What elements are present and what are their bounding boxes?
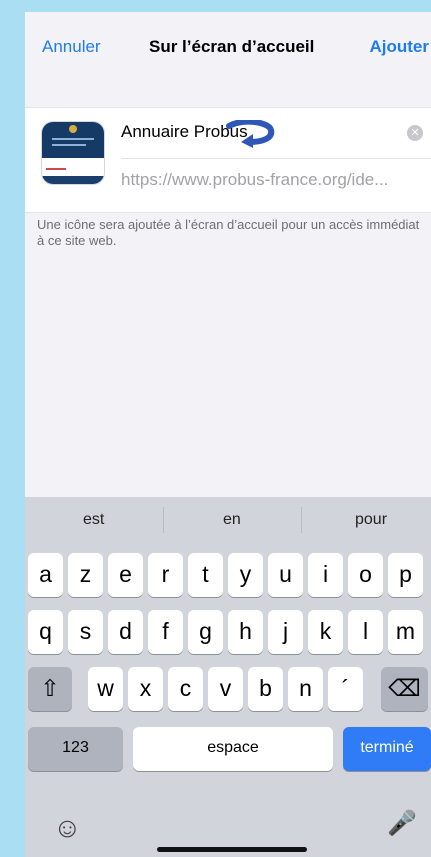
thumbnail-line (52, 138, 94, 140)
key-l[interactable]: l (348, 610, 383, 654)
key-d[interactable]: d (108, 610, 143, 654)
key-w[interactable]: w (88, 667, 123, 711)
key-m[interactable]: m (388, 610, 423, 654)
key-t[interactable]: t (188, 553, 223, 597)
key-f[interactable]: f (148, 610, 183, 654)
clear-icon[interactable]: ✕ (407, 125, 423, 141)
suggestion-divider (301, 507, 302, 533)
suggestion-divider (163, 507, 164, 533)
cancel-button[interactable]: Annuler (42, 37, 101, 57)
microphone-icon[interactable]: 🎤 (387, 809, 417, 838)
space-key[interactable]: espace (133, 727, 333, 771)
numbers-key[interactable]: 123 (28, 727, 123, 771)
help-text: Une icône sera ajoutée à l’écran d’accue… (37, 217, 420, 248)
key-e[interactable]: e (108, 553, 143, 597)
field-divider (121, 158, 431, 159)
done-key[interactable]: terminé (343, 727, 431, 771)
phone-screen: Annuler Sur l’écran d’accueil Ajouter An… (25, 12, 431, 857)
key-j[interactable]: j (268, 610, 303, 654)
thumbnail-line (52, 144, 86, 146)
key-y[interactable]: y (228, 553, 263, 597)
shift-icon[interactable]: ⇧ (28, 667, 72, 711)
suggestion-pour[interactable]: pour (355, 511, 387, 529)
thumbnail-logo-dot (69, 125, 77, 133)
key-v[interactable]: v (208, 667, 243, 711)
suggestion-bar: est en pour (25, 497, 431, 543)
key-i[interactable]: i (308, 553, 343, 597)
backspace-icon[interactable]: ⌫ (381, 667, 428, 711)
key-u[interactable]: u (268, 553, 303, 597)
key-s[interactable]: s (68, 610, 103, 654)
key-k[interactable]: k (308, 610, 343, 654)
key-q[interactable]: q (28, 610, 63, 654)
bookmark-url: https://www.probus-france.org/ide... (121, 170, 389, 189)
key-a[interactable]: a (28, 553, 63, 597)
home-indicator (157, 847, 307, 852)
key-g[interactable]: g (188, 610, 223, 654)
suggestion-en[interactable]: en (223, 511, 241, 529)
key-p[interactable]: p (388, 553, 423, 597)
thumbnail-accent (46, 168, 66, 170)
key-o[interactable]: o (348, 553, 383, 597)
site-thumbnail (41, 121, 105, 185)
key-z[interactable]: z (68, 553, 103, 597)
key-r[interactable]: r (148, 553, 183, 597)
thumbnail-footer (42, 176, 104, 184)
key-h[interactable]: h (228, 610, 263, 654)
curved-arrow-icon (226, 120, 275, 148)
key-n[interactable]: n (288, 667, 323, 711)
key-accent[interactable]: ´ (328, 667, 363, 711)
page-title: Sur l’écran d’accueil (149, 37, 315, 56)
navigation-bar: Annuler Sur l’écran d’accueil Ajouter (25, 12, 431, 82)
key-b[interactable]: b (248, 667, 283, 711)
key-c[interactable]: c (168, 667, 203, 711)
add-button[interactable]: Ajouter (370, 37, 430, 57)
key-x[interactable]: x (128, 667, 163, 711)
keyboard: est en pour a z e r t y u i o p q s d f … (25, 497, 431, 857)
emoji-icon[interactable]: ☺ (53, 812, 82, 844)
suggestion-est[interactable]: est (83, 511, 104, 529)
